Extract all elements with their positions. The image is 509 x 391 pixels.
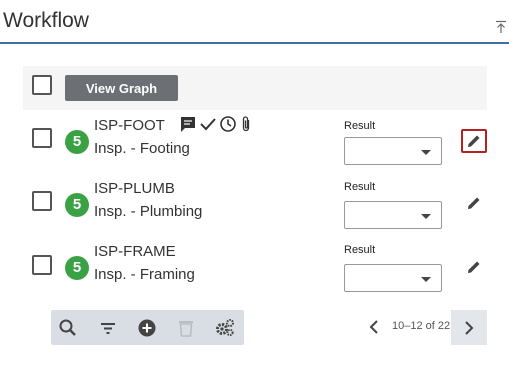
clock-icon: [220, 116, 236, 132]
previous-page-button[interactable]: [365, 318, 383, 336]
task-code: ISP-FRAME: [94, 243, 176, 260]
status-icons: [179, 115, 253, 133]
edit-button[interactable]: [461, 129, 487, 153]
task-description: Insp. - Plumbing: [94, 203, 203, 220]
row-checkbox[interactable]: [32, 128, 52, 148]
filter-icon[interactable]: [97, 317, 119, 339]
result-select[interactable]: [344, 264, 442, 292]
add-circle-icon[interactable]: [136, 317, 158, 339]
pencil-icon: [468, 197, 480, 209]
workflow-header: Workflow: [0, 0, 509, 44]
pencil-icon: [468, 135, 480, 147]
pencil-icon: [468, 261, 480, 273]
task-code: ISP-PLUMB: [94, 180, 175, 197]
view-graph-button[interactable]: View Graph: [65, 75, 178, 101]
chevron-down-icon: [421, 150, 431, 155]
list-toolbar: View Graph: [23, 66, 487, 110]
settings-icon[interactable]: [214, 317, 236, 339]
task-description: Insp. - Framing: [94, 266, 195, 283]
chevron-right-icon: [465, 320, 474, 335]
result-label: Result: [344, 120, 376, 132]
check-icon: [200, 118, 216, 131]
count-badge: 5: [65, 130, 89, 154]
chevron-down-icon: [421, 277, 431, 282]
result-label: Result: [344, 244, 376, 256]
delete-icon: [175, 317, 197, 339]
task-description: Insp. - Footing: [94, 140, 190, 157]
row-checkbox[interactable]: [32, 191, 52, 211]
next-page-button[interactable]: [451, 310, 487, 345]
chevron-down-icon: [421, 214, 431, 219]
result-select[interactable]: [344, 201, 442, 229]
select-all-checkbox[interactable]: [32, 75, 52, 95]
edit-button[interactable]: [461, 255, 487, 279]
workflow-row: 5 ISP-PLUMB Insp. - Plumbing Result: [23, 179, 487, 241]
collapse-top-icon[interactable]: [495, 20, 507, 34]
task-code: ISP-FOOT: [94, 117, 165, 134]
edit-button[interactable]: [461, 191, 487, 215]
chevron-left-icon: [369, 320, 378, 334]
bottom-toolbar: [51, 310, 244, 345]
attachment-icon[interactable]: [239, 115, 253, 133]
count-badge: 5: [65, 193, 89, 217]
workflow-row: 5 ISP-FRAME Insp. - Framing Result: [23, 242, 487, 304]
workflow-row: 5 ISP-FOOT Insp. - Footing Result: [23, 116, 487, 178]
page-title: Workflow: [3, 9, 89, 32]
count-badge: 5: [65, 256, 89, 280]
row-checkbox[interactable]: [32, 255, 52, 275]
result-select[interactable]: [344, 137, 442, 165]
result-label: Result: [344, 181, 376, 193]
comment-icon[interactable]: [179, 115, 197, 133]
search-icon[interactable]: [57, 317, 79, 339]
pager-text: 10–12 of 22: [392, 320, 451, 332]
